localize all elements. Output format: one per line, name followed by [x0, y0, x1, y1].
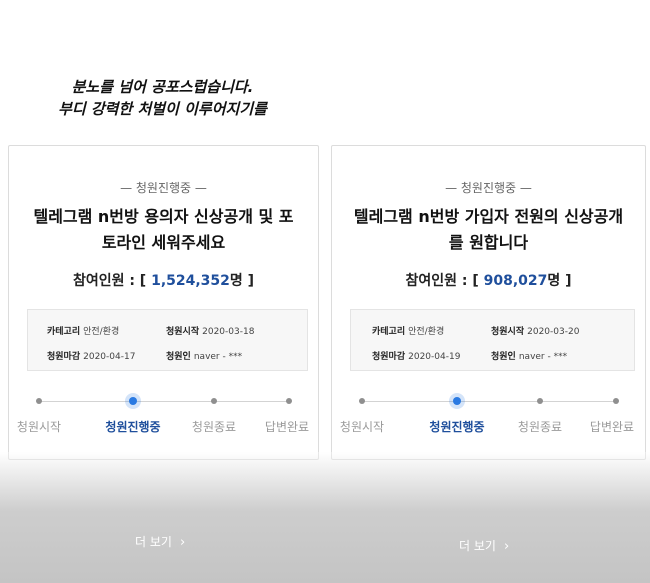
- step-label-answered: 답변완료: [589, 420, 635, 434]
- progress-track: [39, 401, 289, 402]
- step-dot-active: [453, 397, 461, 405]
- info-deadline-label: 청원마감: [372, 352, 406, 362]
- info-start-value: 2020-03-18: [202, 327, 255, 337]
- petition-status: — 청원진행중 —: [120, 181, 207, 195]
- step-label-answered: 답변완료: [264, 420, 310, 434]
- info-category-label: 카테고리: [47, 327, 81, 337]
- info-start: 청원시작 2020-03-18: [166, 324, 254, 337]
- info-category-value: 안전/환경: [408, 327, 445, 337]
- petition-card-2[interactable]: — 청원진행중 — 텔레그램 n번방 가입자 전원의 신상공개를 원합니다 참여…: [331, 145, 646, 460]
- step-label-active: 청원진행중: [105, 420, 161, 434]
- participant-count: 참여인원 : [ 1,524,352명 ]: [9, 270, 318, 290]
- bottom-fade-overlay: [0, 452, 650, 583]
- info-start-label: 청원시작: [491, 327, 525, 337]
- info-author-value: naver - ***: [518, 352, 568, 362]
- petition-title: 텔레그램 n번방 가입자 전원의 신상공개를 원합니다: [353, 207, 624, 252]
- participant-label: 참여인원 : [: [72, 273, 152, 289]
- see-more-link-2[interactable]: 더 보기 ›: [459, 537, 509, 554]
- caption-line-2: 부디 강력한 처벌이 이루어지기를: [58, 100, 267, 118]
- step-label-closed: 청원종료: [191, 420, 237, 434]
- step-dot-start: [36, 398, 42, 404]
- see-more-label: 더 보기: [459, 539, 496, 553]
- chevron-right-icon: ›: [179, 535, 186, 550]
- step-dot-answered: [613, 398, 619, 404]
- step-label-active: 청원진행중: [429, 420, 485, 434]
- see-more-label: 더 보기: [135, 535, 172, 549]
- info-category-label: 카테고리: [372, 327, 406, 337]
- petition-title: 텔레그램 n번방 용의자 신상공개 및 포토라인 세워주세요: [33, 207, 294, 252]
- participant-count: 참여인원 : [ 908,027명 ]: [332, 270, 645, 290]
- info-author-label: 청원인: [166, 352, 191, 362]
- see-more-link-1[interactable]: 더 보기 ›: [135, 533, 185, 550]
- info-category: 카테고리 안전/환경: [372, 324, 444, 337]
- step-dot-answered: [286, 398, 292, 404]
- step-label-start: 청원시작: [16, 420, 62, 434]
- info-deadline-value: 2020-04-19: [408, 352, 461, 362]
- chevron-right-icon: ›: [503, 539, 510, 554]
- info-deadline-value: 2020-04-17: [83, 352, 136, 362]
- info-author-label: 청원인: [491, 352, 516, 362]
- caption-line-1: 분노를 넘어 공포스럽습니다.: [71, 78, 254, 96]
- step-dot-start: [359, 398, 365, 404]
- participant-suffix: 명 ]: [229, 273, 255, 289]
- step-label-start: 청원시작: [339, 420, 385, 434]
- info-author-value: naver - ***: [193, 352, 243, 362]
- step-dot-closed: [211, 398, 217, 404]
- info-deadline: 청원마감 2020-04-19: [372, 349, 460, 362]
- info-deadline: 청원마감 2020-04-17: [47, 349, 135, 362]
- info-category: 카테고리 안전/환경: [47, 324, 119, 337]
- participant-value: 1,524,352: [151, 273, 230, 289]
- info-start: 청원시작 2020-03-20: [491, 324, 579, 337]
- story-caption: 분노를 넘어 공포스럽습니다. 부디 강력한 처벌이 이루어지기를: [0, 76, 325, 120]
- info-start-label: 청원시작: [166, 327, 200, 337]
- petition-info-box: 카테고리 안전/환경 청원시작 2020-03-20 청원마감 2020-04-19 …: [350, 309, 635, 371]
- petition-status: — 청원진행중 —: [445, 181, 532, 195]
- step-label-closed: 청원종료: [517, 420, 563, 434]
- info-start-value: 2020-03-20: [527, 327, 580, 337]
- petition-info-box: 카테고리 안전/환경 청원시작 2020-03-18 청원마감 2020-04-17 …: [27, 309, 308, 371]
- petition-card-1[interactable]: — 청원진행중 — 텔레그램 n번방 용의자 신상공개 및 포토라인 세워주세요…: [8, 145, 319, 460]
- participant-label: 참여인원 : [: [405, 273, 484, 289]
- info-deadline-label: 청원마감: [47, 352, 81, 362]
- participant-value: 908,027: [483, 273, 548, 289]
- participant-suffix: 명 ]: [547, 273, 572, 289]
- step-dot-closed: [537, 398, 543, 404]
- info-author: 청원인 naver - ***: [166, 349, 242, 362]
- info-category-value: 안전/환경: [83, 327, 120, 337]
- progress-track: [362, 401, 616, 402]
- step-dot-active: [129, 397, 137, 405]
- info-author: 청원인 naver - ***: [491, 349, 567, 362]
